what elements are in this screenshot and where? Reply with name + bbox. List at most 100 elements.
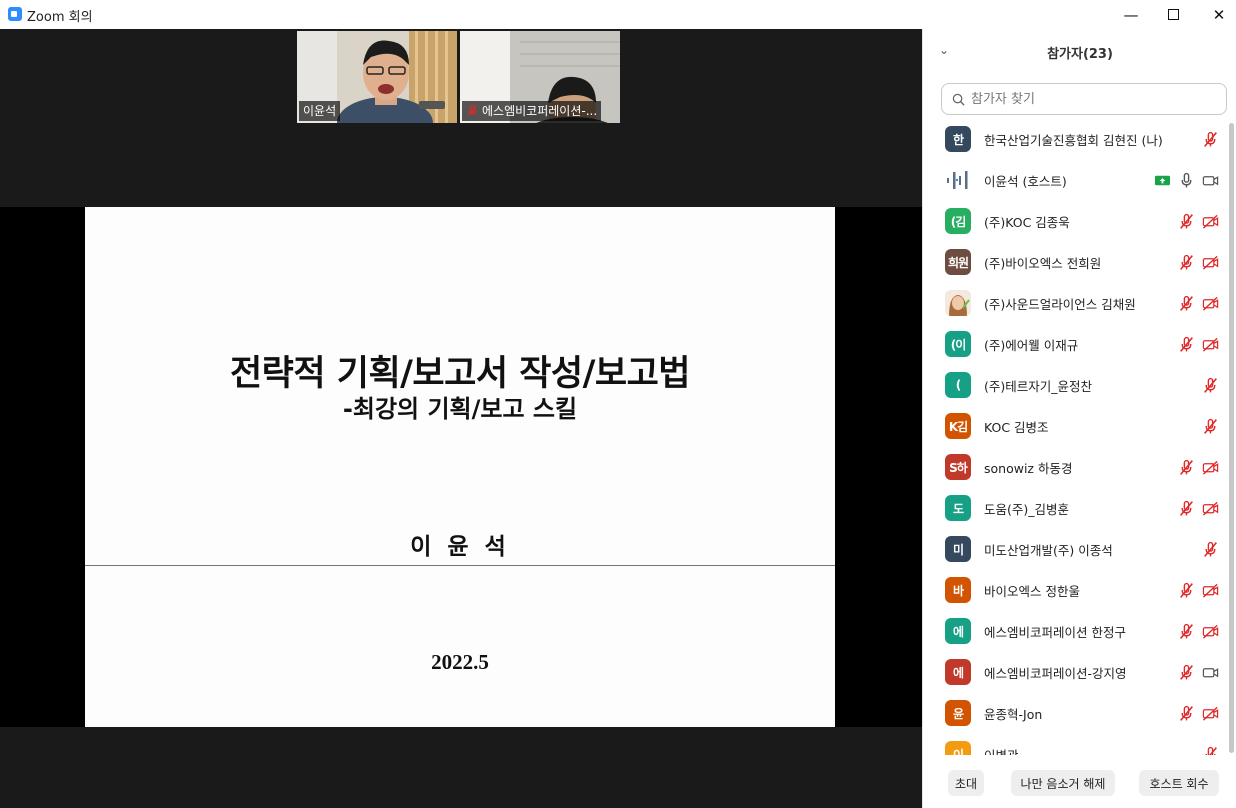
search-input[interactable] (971, 91, 1211, 107)
muted-mic-icon (1180, 664, 1193, 680)
participant-status-icons[interactable] (1178, 664, 1219, 681)
participant-row[interactable]: (주)사운드얼라이언스 김채원 (923, 283, 1233, 323)
participant-name: (주)사운드얼라이언스 김채원 (984, 296, 1136, 312)
host-avatar-image (947, 171, 968, 189)
participant-row[interactable]: 바 바이오엑스 정한울 (923, 570, 1233, 610)
meeting-area: 이윤석 에스엠비코퍼레이션-... 전략적 기획/보고서 작성/보고법 -최강의… (0, 29, 922, 808)
close-icon: ✕ (1212, 5, 1226, 24)
participant-status-icons[interactable] (1178, 213, 1219, 230)
slide-divider (85, 565, 835, 566)
participant-row[interactable]: 윤 윤종혁-Jon (923, 693, 1233, 733)
participant-row[interactable]: 에 에스엠비코퍼레이션 한정구 (923, 611, 1233, 651)
invite-button[interactable]: 초대 (948, 770, 984, 796)
video-off-icon (1202, 624, 1219, 639)
panel-footer: 초대 나만 음소거 해제 호스트 회수 (923, 762, 1236, 808)
participant-row[interactable]: K김 KOC 김병조 (923, 406, 1233, 446)
minimize-button[interactable]: — (1108, 0, 1154, 29)
video-off-icon (1202, 501, 1219, 516)
participant-search[interactable] (941, 83, 1227, 115)
reclaim-host-button[interactable]: 호스트 회수 (1139, 770, 1219, 796)
slide-author: 이 윤 석 (410, 534, 510, 560)
video-off-icon (1202, 460, 1219, 475)
avatar: 이 (945, 741, 971, 755)
avatar: 도 (945, 495, 971, 521)
speaker-name-label: 이윤석 (299, 101, 341, 121)
muted-mic-icon (1204, 541, 1217, 557)
participant-name: sonowiz 하동경 (984, 460, 1073, 476)
avatar: 미 (945, 536, 971, 562)
panel-title: 참가자(23) (1047, 47, 1113, 62)
participant-status-icons[interactable] (1202, 541, 1219, 558)
muted-mic-icon (1180, 623, 1193, 639)
screen-share-icon (1154, 175, 1171, 185)
window-title: Zoom 회의 (27, 10, 93, 25)
participant-row[interactable]: 이윤석 (호스트) (923, 160, 1233, 200)
participant-row[interactable]: 희원 (주)바이오엑스 전희원 (923, 242, 1233, 282)
participant-row[interactable]: (김 (주)KOC 김종욱 (923, 201, 1233, 241)
unmute-me-button[interactable]: 나만 음소거 해제 (1011, 770, 1115, 796)
participant-name: (주)테르자기_윤정찬 (984, 378, 1093, 394)
participant-row[interactable]: 미 미도산업개발(주) 이종석 (923, 529, 1233, 569)
video-tile-speaker[interactable]: 이윤석 (297, 31, 457, 123)
participant-status-icons[interactable] (1202, 746, 1219, 755)
participant-status-icons[interactable] (1202, 131, 1219, 148)
mic-icon (1181, 172, 1192, 187)
participant-photo-image (945, 290, 971, 316)
participant-name: KOC 김병조 (984, 419, 1049, 435)
avatar: (김 (945, 208, 971, 234)
avatar (945, 290, 971, 316)
participant-name: 윤종혁-Jon (984, 706, 1043, 722)
muted-mic-icon (1204, 131, 1217, 147)
participant-status-icons[interactable] (1178, 459, 1219, 476)
video-off-icon (1202, 255, 1219, 270)
participant-row[interactable]: 도 도움(주)_김병훈 (923, 488, 1233, 528)
participant-status-icons[interactable] (1178, 582, 1219, 599)
participant-name: 에스엠비코퍼레이션-... (482, 104, 598, 118)
participant-status-icons[interactable] (1178, 254, 1219, 271)
participant-name: 이윤석 (호스트) (984, 173, 1067, 189)
participant-name: 바이오엑스 정한울 (984, 583, 1080, 599)
participant-name: (주)에어웰 이재규 (984, 337, 1079, 353)
avatar: 희원 (945, 249, 971, 275)
video-off-icon (1202, 296, 1219, 311)
participant-row[interactable]: ((주)테르자기_윤정찬 (923, 365, 1233, 405)
avatar: 한 (945, 126, 971, 152)
participant-status-icons[interactable] (1154, 172, 1219, 189)
participant-row[interactable]: S하 sonowiz 하동경 (923, 447, 1233, 487)
muted-mic-icon (1204, 377, 1217, 393)
participant-name: 에스엠비코퍼레이션-강지영 (984, 665, 1127, 681)
maximize-button[interactable] (1150, 0, 1196, 29)
slide-date: 2022.5 (431, 650, 489, 674)
participant-list-scrollbar[interactable] (1229, 123, 1234, 753)
close-button[interactable]: ✕ (1196, 0, 1236, 29)
video-off-icon (1202, 583, 1219, 598)
slide-subtitle: -최강의 기획/보고 스킬 (342, 395, 578, 423)
participant-status-icons[interactable] (1178, 623, 1219, 640)
video-thumbnails: 이윤석 에스엠비코퍼레이션-... (297, 31, 620, 123)
participant-name: 도움(주)_김병훈 (984, 501, 1070, 517)
muted-mic-icon (1204, 418, 1217, 434)
participant-status-icons[interactable] (1178, 705, 1219, 722)
muted-mic-icon (1180, 295, 1193, 311)
participant-status-icons[interactable] (1202, 377, 1219, 394)
participant-name: 에스엠비코퍼레이션 한정구 (984, 624, 1126, 640)
participant-status-icons[interactable] (1178, 500, 1219, 517)
muted-mic-icon (1180, 582, 1193, 598)
speaker-name: 이윤석 (303, 104, 337, 118)
participant-row[interactable]: (이 (주)에어웰 이재규 (923, 324, 1233, 364)
video-tile-participant[interactable]: 에스엠비코퍼레이션-... (460, 31, 620, 123)
participant-row[interactable]: 에 에스엠비코퍼레이션-강지영 (923, 652, 1233, 692)
participant-list: 한 한국산업기술진흥협회 김현진 (나) 이윤석 (호스트) (김 (주)KOC 김종욱… (923, 119, 1233, 755)
participant-status-icons[interactable] (1178, 336, 1219, 353)
participant-status-icons[interactable] (1178, 295, 1219, 312)
muted-mic-icon (1180, 459, 1193, 475)
participant-name-label: 에스엠비코퍼레이션-... (462, 101, 602, 121)
participant-name: 이병관 (984, 747, 1019, 756)
participant-row[interactable]: 이 이병관 (923, 734, 1233, 755)
participant-status-icons[interactable] (1202, 418, 1219, 435)
avatar: 에 (945, 659, 971, 685)
zoom-logo-icon (8, 7, 22, 21)
muted-mic-icon (1180, 254, 1193, 270)
participant-row[interactable]: 한 한국산업기술진흥협회 김현진 (나) (923, 119, 1233, 159)
participant-name: (주)바이오엑스 전희원 (984, 255, 1102, 271)
